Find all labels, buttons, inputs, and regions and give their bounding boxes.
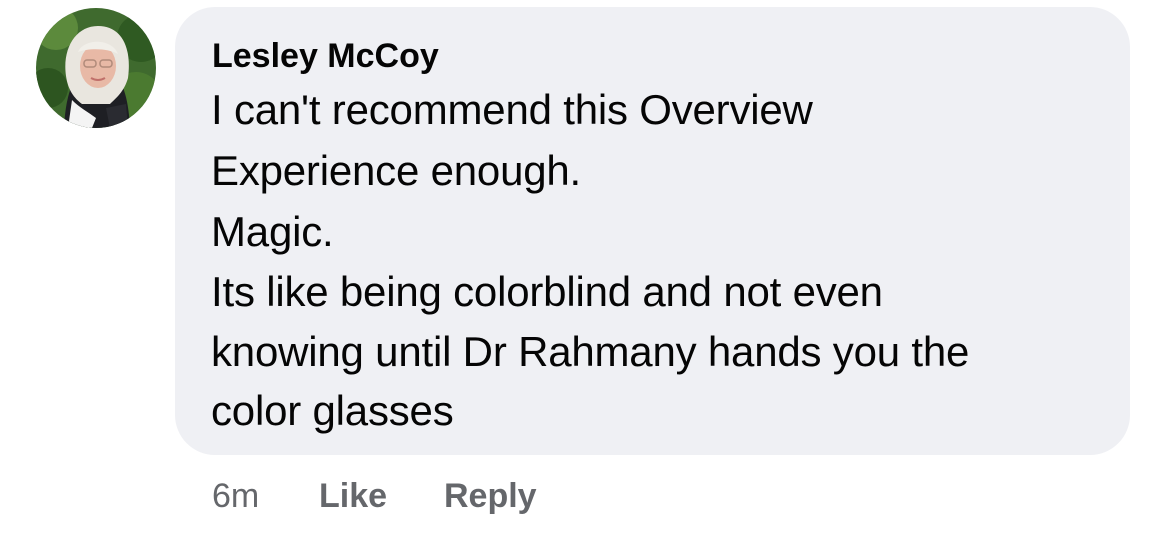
like-button[interactable]: Like: [319, 473, 387, 519]
avatar[interactable]: [36, 8, 156, 128]
comment-text-line: color glasses: [211, 387, 454, 434]
comment-text-line: Magic.: [211, 208, 334, 255]
comment-text-line: Its like being colorblind and not even: [211, 268, 883, 315]
comment-author[interactable]: Lesley McCoy: [212, 34, 439, 78]
reply-button[interactable]: Reply: [444, 473, 537, 519]
comment-timestamp[interactable]: 6m: [212, 473, 259, 519]
comment-text-line: I can't recommend this Overview: [211, 86, 813, 133]
avatar-photo: [36, 8, 156, 128]
comment-text-line: knowing until Dr Rahmany hands you the: [211, 328, 970, 375]
comment-text-line: Experience enough.: [211, 147, 582, 194]
